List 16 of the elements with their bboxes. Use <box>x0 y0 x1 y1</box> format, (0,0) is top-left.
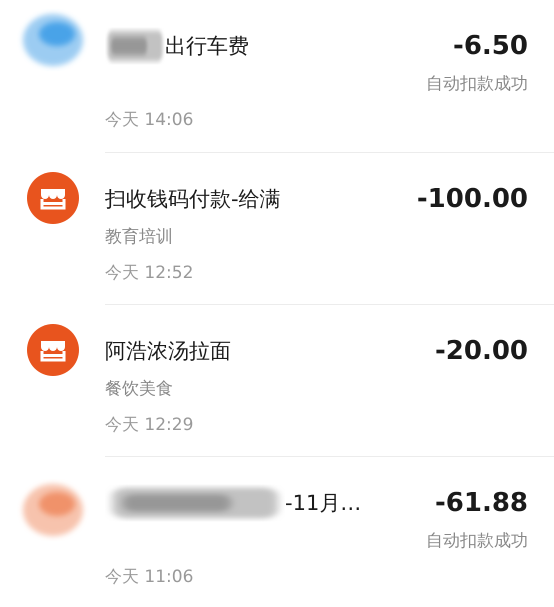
transaction-title: 阿浩浓汤拉面 <box>105 338 231 365</box>
transaction-amount: -100.00 <box>416 184 528 214</box>
transaction-title: 扫收钱码付款-给满 <box>105 186 281 213</box>
transaction-time: 今天 12:52 <box>105 262 194 284</box>
transaction-category: 餐饮美食 <box>105 378 173 401</box>
transaction-time: 今天 14:06 <box>105 109 194 131</box>
transaction-amount: -20.00 <box>434 336 528 366</box>
transaction-amount: -61.88 <box>434 488 528 518</box>
transaction-time: 今天 11:06 <box>105 566 194 588</box>
transaction-time: 今天 12:29 <box>105 414 194 436</box>
transaction-title: 出行车费 <box>165 33 249 60</box>
transaction-status: 自动扣款成功 <box>426 73 528 96</box>
transaction-status: 自动扣款成功 <box>426 530 528 553</box>
transaction-category: 教育培训 <box>105 226 173 249</box>
transaction-amount: -6.50 <box>453 31 528 61</box>
transaction-title: -11月… <box>285 490 362 517</box>
